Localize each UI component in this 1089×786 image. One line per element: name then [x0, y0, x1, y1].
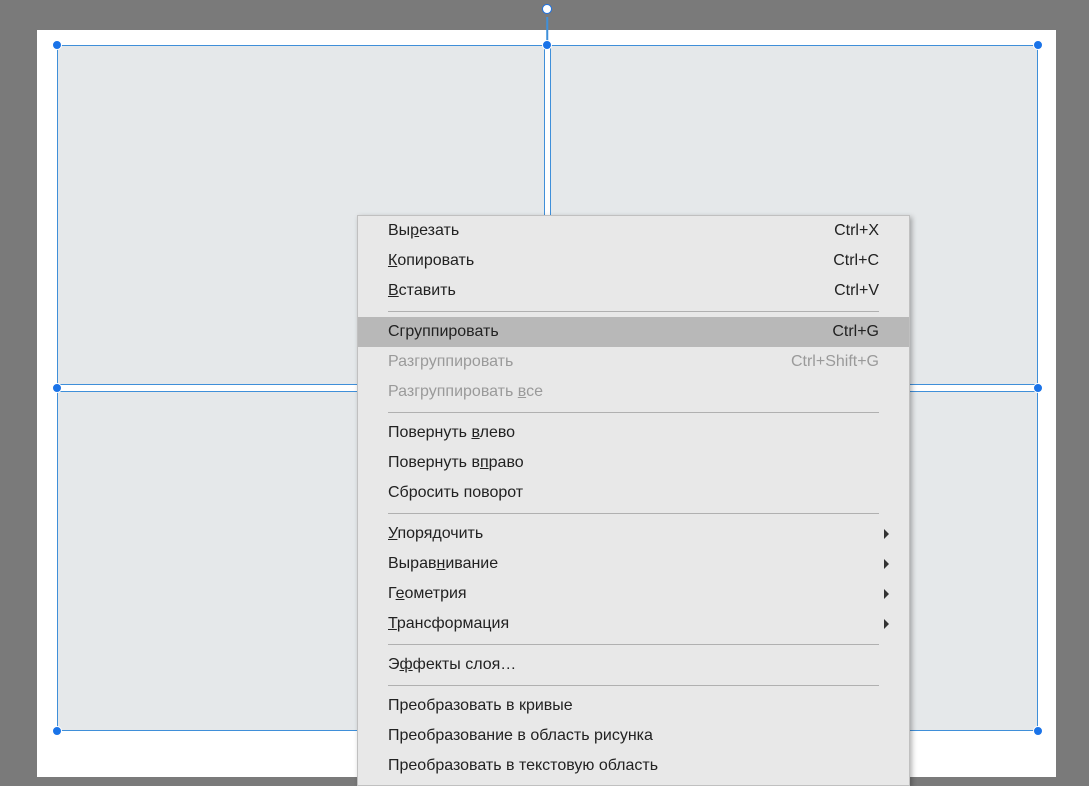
- menu-item-label: Трансформация: [388, 615, 889, 633]
- menu-separator: [388, 311, 879, 312]
- menu-separator: [388, 513, 879, 514]
- menu-item-12[interactable]: Упорядочить: [358, 519, 909, 549]
- selection-handle-tl[interactable]: [52, 40, 62, 50]
- menu-item-label: Вырезать: [388, 222, 834, 240]
- menu-item-8[interactable]: Повернуть влево: [358, 418, 909, 448]
- selection-handle-bl[interactable]: [52, 726, 62, 736]
- selection-handle-br[interactable]: [1033, 726, 1043, 736]
- selection-handle-mr[interactable]: [1033, 383, 1043, 393]
- chevron-right-icon: [884, 529, 889, 539]
- menu-item-label: Разгруппировать все: [388, 383, 889, 401]
- menu-item-9[interactable]: Повернуть вправо: [358, 448, 909, 478]
- menu-separator: [388, 644, 879, 645]
- menu-item-label: Сбросить поворот: [388, 484, 889, 502]
- rotation-handle[interactable]: [542, 4, 552, 14]
- menu-item-10[interactable]: Сбросить поворот: [358, 478, 909, 508]
- menu-item-shortcut: Ctrl+Shift+G: [791, 353, 879, 371]
- menu-item-6: Разгруппировать все: [358, 377, 909, 407]
- menu-item-2[interactable]: ВставитьCtrl+V: [358, 276, 909, 306]
- menu-item-label: Преобразование в область рисунка: [388, 727, 889, 745]
- menu-item-label: Повернуть влево: [388, 424, 889, 442]
- selection-handle-tc[interactable]: [542, 40, 552, 50]
- context-menu: ВырезатьCtrl+XКопироватьCtrl+CВставитьCt…: [357, 215, 910, 786]
- menu-item-label: Вставить: [388, 282, 834, 300]
- menu-item-label: Копировать: [388, 252, 833, 270]
- menu-item-label: Эффекты слоя…: [388, 656, 889, 674]
- menu-item-14[interactable]: Геометрия: [358, 579, 909, 609]
- menu-item-shortcut: Ctrl+G: [832, 323, 879, 341]
- menu-item-17[interactable]: Эффекты слоя…: [358, 650, 909, 680]
- menu-separator: [388, 685, 879, 686]
- chevron-right-icon: [884, 619, 889, 629]
- menu-item-1[interactable]: КопироватьCtrl+C: [358, 246, 909, 276]
- menu-item-5: РазгруппироватьCtrl+Shift+G: [358, 347, 909, 377]
- chevron-right-icon: [884, 589, 889, 599]
- menu-item-13[interactable]: Выравнивание: [358, 549, 909, 579]
- menu-separator: [388, 412, 879, 413]
- menu-item-shortcut: Ctrl+C: [833, 252, 879, 270]
- chevron-right-icon: [884, 559, 889, 569]
- menu-item-label: Повернуть вправо: [388, 454, 889, 472]
- selection-handle-ml[interactable]: [52, 383, 62, 393]
- menu-item-label: Сгруппировать: [388, 323, 832, 341]
- menu-item-0[interactable]: ВырезатьCtrl+X: [358, 216, 909, 246]
- menu-item-shortcut: Ctrl+X: [834, 222, 879, 240]
- menu-item-label: Упорядочить: [388, 525, 889, 543]
- menu-item-label: Разгруппировать: [388, 353, 791, 371]
- menu-item-15[interactable]: Трансформация: [358, 609, 909, 639]
- menu-item-label: Преобразовать в кривые: [388, 697, 889, 715]
- selection-handle-tr[interactable]: [1033, 40, 1043, 50]
- menu-item-label: Геометрия: [388, 585, 889, 603]
- menu-item-shortcut: Ctrl+V: [834, 282, 879, 300]
- menu-item-4[interactable]: СгруппироватьCtrl+G: [358, 317, 909, 347]
- menu-item-label: Выравнивание: [388, 555, 889, 573]
- menu-item-label: Преобразовать в текстовую область: [388, 757, 889, 775]
- menu-item-20[interactable]: Преобразование в область рисунка: [358, 721, 909, 751]
- menu-item-19[interactable]: Преобразовать в кривые: [358, 691, 909, 721]
